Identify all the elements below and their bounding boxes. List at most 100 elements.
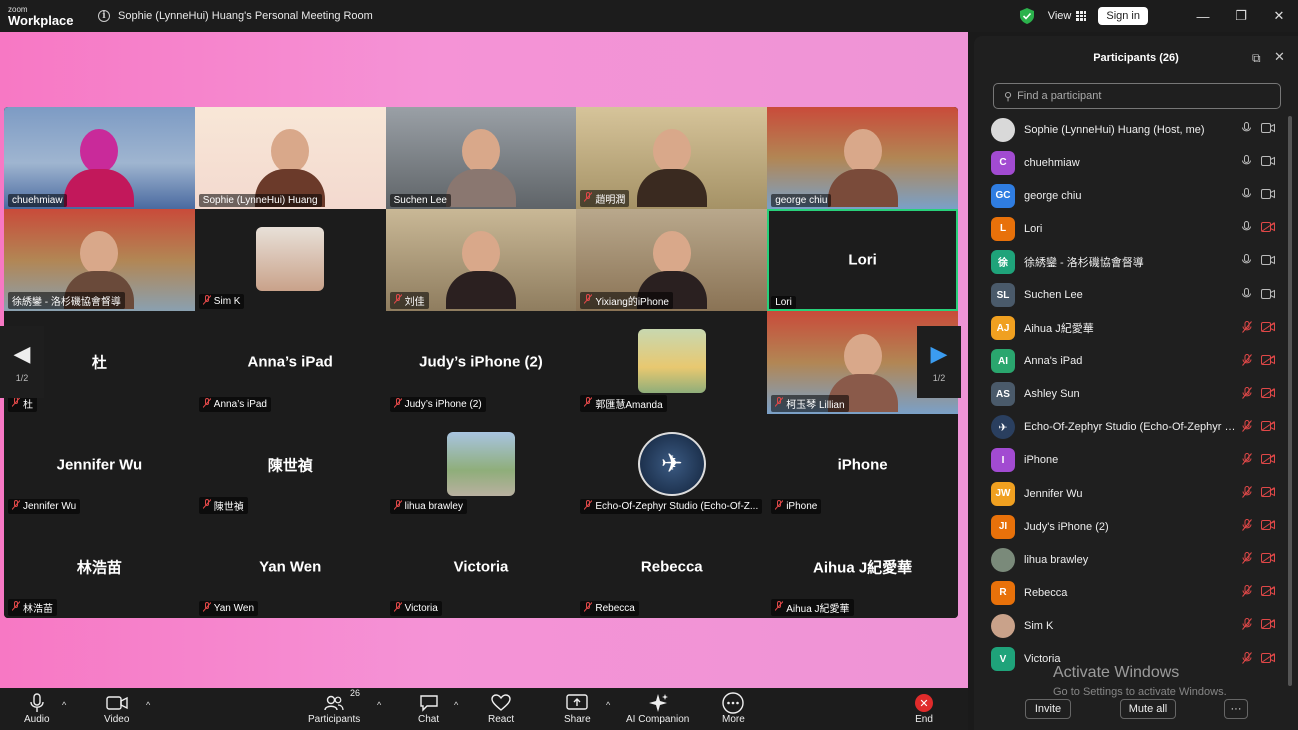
participant-list-scrollbar[interactable]: [1288, 116, 1292, 686]
participant-row[interactable]: Cchuehmiaw: [974, 146, 1286, 179]
video-off-icon[interactable]: [1261, 387, 1275, 401]
mute-all-button[interactable]: Mute all: [1120, 699, 1176, 719]
participant-tile[interactable]: iPhone iPhone: [767, 413, 958, 516]
muted-mic-icon[interactable]: [1242, 552, 1252, 567]
participant-tile[interactable]: 郭匯慧Amanda: [576, 311, 768, 414]
muted-mic-icon[interactable]: [1242, 585, 1252, 600]
video-off-icon[interactable]: [1261, 222, 1275, 235]
participant-tile[interactable]: 徐綉鑾 - 洛杉磯協會督導: [4, 209, 195, 312]
video-camera-icon[interactable]: [1261, 255, 1275, 268]
participant-tile[interactable]: 趙明潤: [576, 107, 768, 210]
muted-mic-icon[interactable]: [1242, 320, 1252, 336]
muted-mic-icon[interactable]: [1242, 519, 1252, 534]
participant-tile[interactable]: ✈ Echo-Of-Zephyr Studio (Echo-Of-Z...: [576, 413, 768, 516]
restore-icon[interactable]: ❐: [1222, 0, 1260, 32]
minimize-icon[interactable]: —: [1184, 0, 1222, 32]
muted-mic-icon[interactable]: [1242, 651, 1252, 667]
muted-mic-icon[interactable]: [1242, 386, 1252, 402]
participant-row[interactable]: Sim K: [974, 609, 1286, 642]
microphone-icon[interactable]: [1242, 287, 1251, 303]
next-page-button[interactable]: ▶ 1/2: [917, 326, 961, 398]
participant-tile[interactable]: Yan Wen Yan Wen: [194, 515, 386, 618]
share-button[interactable]: Share: [564, 692, 591, 725]
participant-tile[interactable]: Rebecca Rebecca: [576, 515, 768, 618]
participant-row[interactable]: R Rebecca: [974, 576, 1286, 609]
muted-mic-icon[interactable]: [1242, 486, 1252, 501]
muted-mic-icon[interactable]: [1242, 419, 1252, 435]
video-off-icon[interactable]: [1261, 619, 1275, 632]
microphone-icon[interactable]: [1242, 254, 1251, 269]
microphone-icon[interactable]: [1242, 155, 1251, 170]
video-camera-icon[interactable]: [1261, 123, 1275, 136]
participant-tile[interactable]: Yixiang的iPhone: [576, 209, 768, 312]
participant-row[interactable]: Sophie (LynneHui) Huang (Host, me): [974, 113, 1286, 146]
react-button[interactable]: React: [488, 692, 514, 725]
participant-tile[interactable]: 陳世禎 陳世禎: [194, 413, 386, 516]
prev-page-button[interactable]: ◀ 1/2: [0, 326, 44, 398]
participant-row[interactable]: AI Anna's iPad: [974, 345, 1286, 378]
video-off-icon[interactable]: [1261, 520, 1275, 533]
participant-row[interactable]: JI Judy's iPhone (2): [974, 510, 1286, 543]
microphone-icon[interactable]: [1242, 122, 1251, 137]
participant-row[interactable]: JW Jennifer Wu: [974, 477, 1286, 510]
video-off-icon[interactable]: [1261, 354, 1275, 368]
microphone-icon[interactable]: [1242, 221, 1251, 236]
participant-tile[interactable]: Sim K: [194, 209, 386, 312]
info-icon[interactable]: i: [98, 10, 110, 22]
video-camera-icon[interactable]: [1261, 156, 1275, 169]
participant-tile[interactable]: Anna’s iPad Anna’s iPad: [194, 311, 386, 414]
popout-icon[interactable]: ⧉: [1252, 51, 1261, 66]
muted-mic-icon[interactable]: [1242, 618, 1252, 633]
participant-row[interactable]: 徐徐綉鑾 - 洛杉磯協會督導: [974, 245, 1286, 278]
invite-button[interactable]: Invite: [1025, 699, 1071, 719]
ai-companion-button[interactable]: AI Companion: [626, 692, 689, 725]
participant-tile[interactable]: Victoria Victoria: [385, 515, 577, 618]
participant-tile[interactable]: Sophie (LynneHui) Huang: [194, 107, 386, 210]
participant-row[interactable]: ✈ Echo-Of-Zephyr Studio (Echo-Of-Zephyr S…: [974, 411, 1286, 444]
video-camera-icon[interactable]: [1261, 189, 1275, 202]
muted-mic-icon[interactable]: [1242, 452, 1252, 468]
participant-tile[interactable]: chuehmiaw: [4, 107, 195, 210]
view-button[interactable]: View: [1048, 10, 1087, 22]
chat-options-chevron-icon[interactable]: ^: [454, 700, 458, 710]
participant-tile[interactable]: Lori Lori: [767, 209, 958, 312]
participant-tile[interactable]: Judy’s iPhone (2) Judy’s iPhone (2): [385, 311, 577, 414]
participant-row[interactable]: lihua brawley: [974, 543, 1286, 576]
participant-row[interactable]: IiPhone: [974, 444, 1286, 477]
video-off-icon[interactable]: [1261, 652, 1275, 666]
video-off-icon[interactable]: [1261, 453, 1275, 467]
video-camera-icon[interactable]: [1261, 288, 1275, 302]
participant-tile[interactable]: 林浩苗 林浩苗: [4, 515, 195, 618]
sign-in-button[interactable]: Sign in: [1098, 7, 1148, 25]
participant-tile[interactable]: Suchen Lee: [385, 107, 577, 210]
participant-row[interactable]: GC george chiu: [974, 179, 1286, 212]
participant-tile[interactable]: Jennifer Wu Jennifer Wu: [4, 413, 195, 516]
participant-tile[interactable]: 刘佳: [385, 209, 577, 312]
shield-icon[interactable]: [1019, 8, 1034, 24]
video-off-icon[interactable]: [1261, 321, 1275, 335]
window-close-icon[interactable]: ✕: [1260, 0, 1298, 32]
audio-options-chevron-icon[interactable]: ^: [62, 700, 66, 710]
participant-row[interactable]: AS Ashley Sun: [974, 378, 1286, 411]
panel-close-icon[interactable]: ✕: [1274, 49, 1285, 65]
share-options-chevron-icon[interactable]: ^: [606, 700, 610, 710]
video-off-icon[interactable]: [1261, 487, 1275, 500]
participants-options-chevron-icon[interactable]: ^: [377, 700, 381, 710]
participant-tile[interactable]: george chiu: [767, 107, 958, 210]
chat-button[interactable]: Chat: [418, 692, 439, 725]
participant-row[interactable]: SL Suchen Lee: [974, 278, 1286, 311]
end-button[interactable]: ✕ End: [915, 692, 933, 725]
video-button[interactable]: Video: [104, 692, 129, 725]
participant-tile[interactable]: Aihua J紀愛華 Aihua J紀愛華: [767, 515, 958, 618]
video-options-chevron-icon[interactable]: ^: [146, 700, 150, 710]
participant-row[interactable]: L Lori: [974, 212, 1286, 245]
video-off-icon[interactable]: [1261, 553, 1275, 566]
video-off-icon[interactable]: [1261, 586, 1275, 599]
video-off-icon[interactable]: [1261, 420, 1275, 434]
microphone-icon[interactable]: [1242, 188, 1251, 203]
participant-search-input[interactable]: [1017, 90, 1258, 102]
panel-more-button[interactable]: ···: [1224, 699, 1248, 719]
participant-tile[interactable]: lihua brawley: [385, 413, 577, 516]
muted-mic-icon[interactable]: [1242, 353, 1252, 369]
more-button[interactable]: More: [722, 692, 745, 725]
